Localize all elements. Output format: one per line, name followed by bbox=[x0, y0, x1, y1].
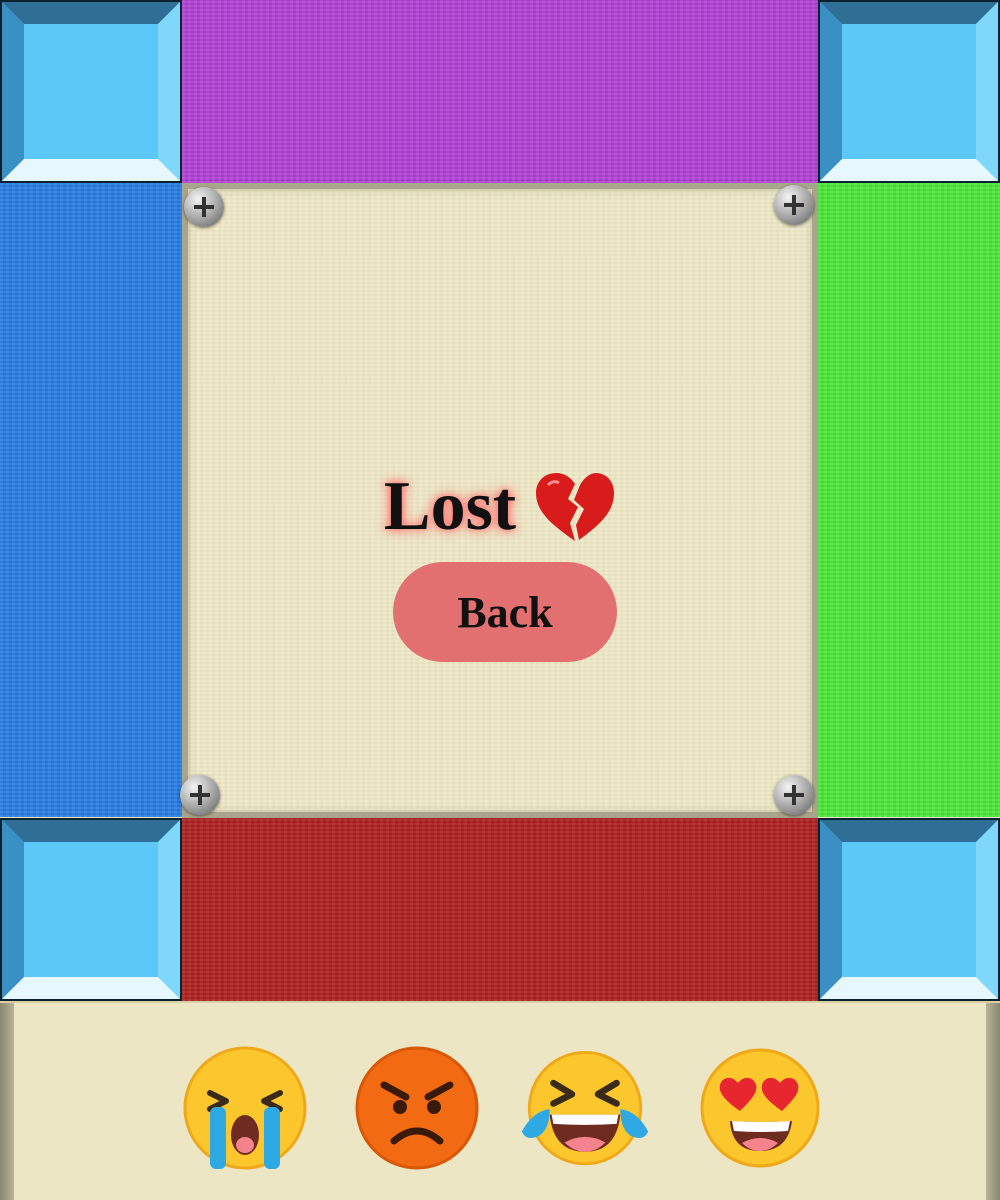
corner-tile-top-left bbox=[0, 0, 182, 183]
back-button[interactable]: Back bbox=[393, 562, 617, 662]
screw-icon bbox=[184, 187, 224, 227]
right-panel-green bbox=[818, 183, 1000, 817]
emoji-reaction-bar bbox=[0, 1001, 1000, 1200]
crying-face-icon[interactable] bbox=[180, 1045, 310, 1175]
corner-tile-bottom-right bbox=[818, 818, 1000, 1001]
angry-face-icon[interactable] bbox=[352, 1045, 482, 1175]
result-text: Lost bbox=[383, 468, 517, 545]
screw-icon bbox=[774, 775, 814, 815]
broken-heart-icon bbox=[536, 473, 615, 541]
bottom-panel-red bbox=[182, 818, 818, 1001]
heart-eyes-face-icon[interactable] bbox=[700, 1045, 830, 1175]
laughing-tears-face-icon[interactable] bbox=[520, 1045, 650, 1175]
corner-tile-bottom-left bbox=[0, 818, 182, 1001]
top-panel-purple bbox=[182, 0, 818, 183]
result-message: Lost bbox=[182, 462, 818, 552]
screw-icon bbox=[774, 185, 814, 225]
left-panel-blue bbox=[0, 183, 182, 817]
screw-icon bbox=[180, 775, 220, 815]
corner-tile-top-right bbox=[818, 0, 1000, 183]
